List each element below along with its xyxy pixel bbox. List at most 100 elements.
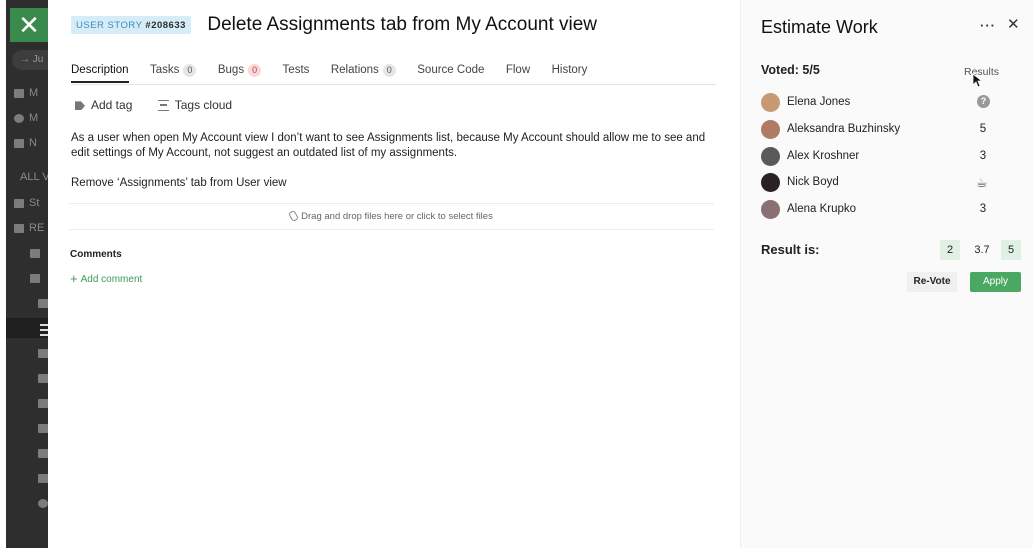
bell-icon (14, 138, 24, 148)
tab-flow[interactable]: Flow (506, 60, 530, 83)
add-comment-button[interactable]: + Add comment (70, 271, 142, 286)
tab-label: History (551, 64, 588, 76)
sidebar-item-label: RE (29, 222, 45, 234)
voter-vote: 3 (979, 203, 987, 215)
sidebar-subitem[interactable] (38, 392, 48, 414)
tab-label: Source Code (417, 64, 485, 76)
timeline-icon (38, 473, 48, 483)
sidebar-search[interactable]: → Ju (12, 50, 48, 70)
entity-view: USER STORY #208633 Delete Assignments tab… (48, 0, 740, 548)
tags-cloud-button[interactable]: Tags cloud (157, 98, 233, 112)
tags-cloud-label: Tags cloud (174, 98, 233, 112)
sidebar-subitem[interactable] (38, 442, 48, 464)
sidebar-subitem[interactable] (30, 242, 48, 264)
sidebar-item-0[interactable]: M (14, 82, 48, 104)
entity-type-badge[interactable]: USER STORY #208633 (71, 16, 191, 34)
sidebar-subitem[interactable] (38, 492, 48, 514)
description-editor[interactable]: As a user when open My Account view I do… (71, 131, 711, 206)
tab-tasks[interactable]: Tasks 0 (149, 60, 197, 83)
folder-icon (14, 198, 24, 208)
sidebar-subitem[interactable] (38, 467, 48, 489)
close-icon[interactable]: ✕ (10, 8, 48, 42)
entity-id: #208633 (145, 20, 186, 31)
result-option-avg[interactable]: 3.7 (971, 240, 993, 260)
entity-header: USER STORY #208633 Delete Assignments tab… (71, 14, 597, 42)
sidebar-subitem[interactable] (38, 342, 48, 364)
voter-row: Alex Kroshner 3 (761, 147, 1021, 167)
voter-row: Aleksandra Buzhinsky 5 (761, 120, 1021, 140)
description-paragraph: As a user when open My Account view I do… (71, 132, 706, 159)
sidebar-subitem[interactable] (38, 292, 48, 314)
add-comment-label: Add comment (80, 274, 143, 285)
page-title[interactable]: Delete Assignments tab from My Account v… (207, 14, 597, 36)
sidebar-item-1[interactable]: M (14, 107, 48, 129)
tab-label: Tests (282, 64, 310, 76)
sidebar-edge (0, 0, 6, 548)
plus-icon: + (70, 271, 78, 286)
tag-toolbar: Add tag Tags cloud (75, 98, 254, 112)
sidebar-subitem[interactable] (38, 367, 48, 389)
settings-icon (38, 498, 48, 508)
sidebar-item-label: N (29, 137, 37, 149)
timeline-icon (38, 423, 48, 433)
tab-relations[interactable]: Relations 0 (331, 60, 396, 83)
tab-bugs[interactable]: Bugs 0 (218, 60, 262, 83)
sidebar-item-2[interactable]: N (14, 132, 48, 154)
tab-label: Flow (505, 64, 531, 76)
comments-heading: Comments (70, 249, 122, 260)
person-icon (14, 88, 24, 98)
avatar (761, 93, 780, 112)
mouse-cursor-icon (972, 73, 982, 88)
tab-tests[interactable]: Tests (283, 60, 310, 83)
avatar (761, 200, 780, 219)
voter-row: Nick Boyd ☕ (761, 173, 1021, 193)
sidebar-item-3[interactable]: St (14, 192, 48, 214)
timeline-icon (38, 448, 48, 458)
revote-button[interactable]: Re-Vote (907, 272, 957, 292)
voter-name: Alena Krupko (787, 203, 857, 215)
voted-count: Voted: 5/5 (761, 63, 820, 77)
list-icon (40, 324, 48, 336)
folder-icon (30, 248, 40, 258)
tab-label: Tasks (149, 64, 180, 76)
sidebar-item-active[interactable] (6, 318, 48, 338)
board-icon (38, 298, 48, 308)
tab-description[interactable]: Description (71, 60, 129, 83)
sidebar-subitem[interactable] (30, 267, 48, 289)
voter-row: Alena Krupko 3 (761, 200, 1021, 220)
folder-open-icon (30, 273, 40, 283)
result-option-max[interactable]: 5 (1001, 240, 1021, 260)
add-tag-button[interactable]: Add tag (75, 98, 132, 112)
voter-name: Alex Kroshner (787, 150, 860, 162)
app-sidebar: ✕ → Ju M M N ALL V St RE (0, 0, 48, 548)
sidebar-subitem[interactable] (38, 417, 48, 439)
tab-label: Description (71, 64, 129, 76)
tab-history[interactable]: History (552, 60, 588, 83)
result-option-min[interactable]: 2 (940, 240, 960, 260)
apply-button[interactable]: Apply (970, 272, 1021, 292)
tab-count: 0 (183, 64, 197, 77)
avatar (761, 173, 780, 192)
voter-name: Elena Jones (787, 96, 851, 108)
result-label: Result is: (761, 242, 820, 257)
avatar (761, 120, 780, 139)
more-icon[interactable]: ··· (980, 18, 996, 33)
file-dropzone[interactable]: Drag and drop files here or click to sel… (69, 203, 714, 230)
sidebar-item-4[interactable]: RE (14, 217, 48, 239)
voter-name: Aleksandra Buzhinsky (787, 123, 901, 135)
list-icon (38, 348, 48, 358)
sidebar-search-text: Ju (32, 54, 44, 65)
close-icon[interactable]: ✕ (1007, 15, 1020, 33)
voter-row: Elena Jones ? (761, 93, 1021, 113)
question-icon: ? (977, 95, 990, 108)
tab-label: Relations (330, 64, 379, 76)
entity-tabs: Description Tasks 0 Bugs 0 Tests Relations… (71, 60, 716, 85)
folder-icon (14, 223, 24, 233)
estimate-panel: Estimate Work ··· ✕ Voted: 5/5 Results E… (740, 0, 1033, 548)
entity-type-label: USER STORY (76, 20, 143, 31)
help-icon (14, 113, 24, 123)
estimate-title: Estimate Work (761, 17, 878, 37)
tab-source-code[interactable]: Source Code (417, 60, 484, 83)
description-paragraph: Remove ‘Assignments’ tab from User view (71, 177, 287, 189)
tab-count: 0 (248, 64, 262, 77)
